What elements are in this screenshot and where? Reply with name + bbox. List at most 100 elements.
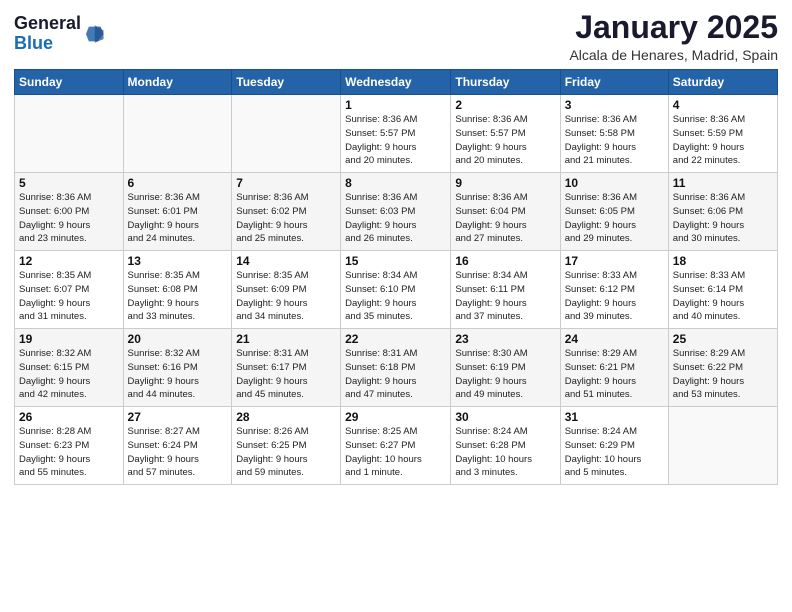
day-info: Sunrise: 8:35 AM Sunset: 6:09 PM Dayligh… <box>236 269 336 324</box>
logo: GeneralBlue <box>14 14 105 54</box>
weekday-header-tuesday: Tuesday <box>232 70 341 95</box>
day-number: 23 <box>455 332 555 346</box>
day-info: Sunrise: 8:36 AM Sunset: 6:00 PM Dayligh… <box>19 191 119 246</box>
logo-text: GeneralBlue <box>14 14 81 54</box>
title-area: January 2025 Alcala de Henares, Madrid, … <box>569 10 778 63</box>
calendar-week-1: 1Sunrise: 8:36 AM Sunset: 5:57 PM Daylig… <box>15 95 778 173</box>
location: Alcala de Henares, Madrid, Spain <box>569 47 778 63</box>
day-info: Sunrise: 8:29 AM Sunset: 6:21 PM Dayligh… <box>565 347 664 402</box>
day-number: 12 <box>19 254 119 268</box>
day-info: Sunrise: 8:31 AM Sunset: 6:17 PM Dayligh… <box>236 347 336 402</box>
calendar-cell: 7Sunrise: 8:36 AM Sunset: 6:02 PM Daylig… <box>232 173 341 251</box>
calendar-cell: 15Sunrise: 8:34 AM Sunset: 6:10 PM Dayli… <box>341 251 451 329</box>
weekday-header-thursday: Thursday <box>451 70 560 95</box>
day-info: Sunrise: 8:33 AM Sunset: 6:12 PM Dayligh… <box>565 269 664 324</box>
day-info: Sunrise: 8:26 AM Sunset: 6:25 PM Dayligh… <box>236 425 336 480</box>
weekday-header-saturday: Saturday <box>668 70 777 95</box>
calendar-cell: 22Sunrise: 8:31 AM Sunset: 6:18 PM Dayli… <box>341 329 451 407</box>
day-info: Sunrise: 8:34 AM Sunset: 6:11 PM Dayligh… <box>455 269 555 324</box>
day-number: 15 <box>345 254 446 268</box>
calendar-cell: 19Sunrise: 8:32 AM Sunset: 6:15 PM Dayli… <box>15 329 124 407</box>
day-number: 28 <box>236 410 336 424</box>
day-info: Sunrise: 8:36 AM Sunset: 6:05 PM Dayligh… <box>565 191 664 246</box>
day-info: Sunrise: 8:34 AM Sunset: 6:10 PM Dayligh… <box>345 269 446 324</box>
logo-icon <box>83 23 105 45</box>
calendar-week-5: 26Sunrise: 8:28 AM Sunset: 6:23 PM Dayli… <box>15 407 778 485</box>
calendar-cell <box>668 407 777 485</box>
day-info: Sunrise: 8:27 AM Sunset: 6:24 PM Dayligh… <box>128 425 228 480</box>
day-number: 29 <box>345 410 446 424</box>
day-number: 11 <box>673 176 773 190</box>
day-number: 18 <box>673 254 773 268</box>
page-container: GeneralBlue January 2025 Alcala de Henar… <box>0 0 792 495</box>
calendar-week-3: 12Sunrise: 8:35 AM Sunset: 6:07 PM Dayli… <box>15 251 778 329</box>
calendar-cell: 13Sunrise: 8:35 AM Sunset: 6:08 PM Dayli… <box>123 251 232 329</box>
day-number: 20 <box>128 332 228 346</box>
day-info: Sunrise: 8:36 AM Sunset: 6:01 PM Dayligh… <box>128 191 228 246</box>
day-info: Sunrise: 8:24 AM Sunset: 6:29 PM Dayligh… <box>565 425 664 480</box>
day-number: 24 <box>565 332 664 346</box>
day-info: Sunrise: 8:36 AM Sunset: 6:02 PM Dayligh… <box>236 191 336 246</box>
calendar-cell: 6Sunrise: 8:36 AM Sunset: 6:01 PM Daylig… <box>123 173 232 251</box>
day-number: 3 <box>565 98 664 112</box>
header: GeneralBlue January 2025 Alcala de Henar… <box>14 10 778 63</box>
calendar-cell: 2Sunrise: 8:36 AM Sunset: 5:57 PM Daylig… <box>451 95 560 173</box>
calendar-week-2: 5Sunrise: 8:36 AM Sunset: 6:00 PM Daylig… <box>15 173 778 251</box>
day-number: 6 <box>128 176 228 190</box>
day-number: 1 <box>345 98 446 112</box>
calendar-cell: 29Sunrise: 8:25 AM Sunset: 6:27 PM Dayli… <box>341 407 451 485</box>
day-number: 14 <box>236 254 336 268</box>
calendar-cell: 14Sunrise: 8:35 AM Sunset: 6:09 PM Dayli… <box>232 251 341 329</box>
month-title: January 2025 <box>569 10 778 45</box>
day-number: 19 <box>19 332 119 346</box>
day-number: 27 <box>128 410 228 424</box>
calendar-cell: 31Sunrise: 8:24 AM Sunset: 6:29 PM Dayli… <box>560 407 668 485</box>
day-number: 7 <box>236 176 336 190</box>
day-info: Sunrise: 8:35 AM Sunset: 6:07 PM Dayligh… <box>19 269 119 324</box>
day-number: 8 <box>345 176 446 190</box>
calendar-cell: 23Sunrise: 8:30 AM Sunset: 6:19 PM Dayli… <box>451 329 560 407</box>
day-info: Sunrise: 8:29 AM Sunset: 6:22 PM Dayligh… <box>673 347 773 402</box>
calendar-cell: 11Sunrise: 8:36 AM Sunset: 6:06 PM Dayli… <box>668 173 777 251</box>
calendar-cell: 26Sunrise: 8:28 AM Sunset: 6:23 PM Dayli… <box>15 407 124 485</box>
calendar-cell: 5Sunrise: 8:36 AM Sunset: 6:00 PM Daylig… <box>15 173 124 251</box>
day-info: Sunrise: 8:35 AM Sunset: 6:08 PM Dayligh… <box>128 269 228 324</box>
day-number: 10 <box>565 176 664 190</box>
day-number: 30 <box>455 410 555 424</box>
calendar-cell: 3Sunrise: 8:36 AM Sunset: 5:58 PM Daylig… <box>560 95 668 173</box>
day-info: Sunrise: 8:36 AM Sunset: 6:06 PM Dayligh… <box>673 191 773 246</box>
calendar-cell: 16Sunrise: 8:34 AM Sunset: 6:11 PM Dayli… <box>451 251 560 329</box>
day-number: 13 <box>128 254 228 268</box>
day-number: 21 <box>236 332 336 346</box>
calendar-cell <box>15 95 124 173</box>
day-number: 2 <box>455 98 555 112</box>
weekday-header-row: SundayMondayTuesdayWednesdayThursdayFrid… <box>15 70 778 95</box>
calendar-cell: 1Sunrise: 8:36 AM Sunset: 5:57 PM Daylig… <box>341 95 451 173</box>
day-info: Sunrise: 8:25 AM Sunset: 6:27 PM Dayligh… <box>345 425 446 480</box>
weekday-header-sunday: Sunday <box>15 70 124 95</box>
calendar-cell: 17Sunrise: 8:33 AM Sunset: 6:12 PM Dayli… <box>560 251 668 329</box>
day-number: 26 <box>19 410 119 424</box>
day-info: Sunrise: 8:36 AM Sunset: 6:03 PM Dayligh… <box>345 191 446 246</box>
day-info: Sunrise: 8:31 AM Sunset: 6:18 PM Dayligh… <box>345 347 446 402</box>
day-info: Sunrise: 8:36 AM Sunset: 6:04 PM Dayligh… <box>455 191 555 246</box>
day-info: Sunrise: 8:28 AM Sunset: 6:23 PM Dayligh… <box>19 425 119 480</box>
calendar-table: SundayMondayTuesdayWednesdayThursdayFrid… <box>14 69 778 485</box>
weekday-header-wednesday: Wednesday <box>341 70 451 95</box>
day-info: Sunrise: 8:32 AM Sunset: 6:16 PM Dayligh… <box>128 347 228 402</box>
calendar-cell: 10Sunrise: 8:36 AM Sunset: 6:05 PM Dayli… <box>560 173 668 251</box>
day-number: 31 <box>565 410 664 424</box>
calendar-cell: 8Sunrise: 8:36 AM Sunset: 6:03 PM Daylig… <box>341 173 451 251</box>
weekday-header-friday: Friday <box>560 70 668 95</box>
day-info: Sunrise: 8:24 AM Sunset: 6:28 PM Dayligh… <box>455 425 555 480</box>
calendar-cell: 27Sunrise: 8:27 AM Sunset: 6:24 PM Dayli… <box>123 407 232 485</box>
calendar-cell: 30Sunrise: 8:24 AM Sunset: 6:28 PM Dayli… <box>451 407 560 485</box>
calendar-cell: 12Sunrise: 8:35 AM Sunset: 6:07 PM Dayli… <box>15 251 124 329</box>
day-info: Sunrise: 8:32 AM Sunset: 6:15 PM Dayligh… <box>19 347 119 402</box>
calendar-cell: 18Sunrise: 8:33 AM Sunset: 6:14 PM Dayli… <box>668 251 777 329</box>
weekday-header-monday: Monday <box>123 70 232 95</box>
day-info: Sunrise: 8:36 AM Sunset: 5:58 PM Dayligh… <box>565 113 664 168</box>
calendar-cell <box>232 95 341 173</box>
day-number: 9 <box>455 176 555 190</box>
day-number: 4 <box>673 98 773 112</box>
